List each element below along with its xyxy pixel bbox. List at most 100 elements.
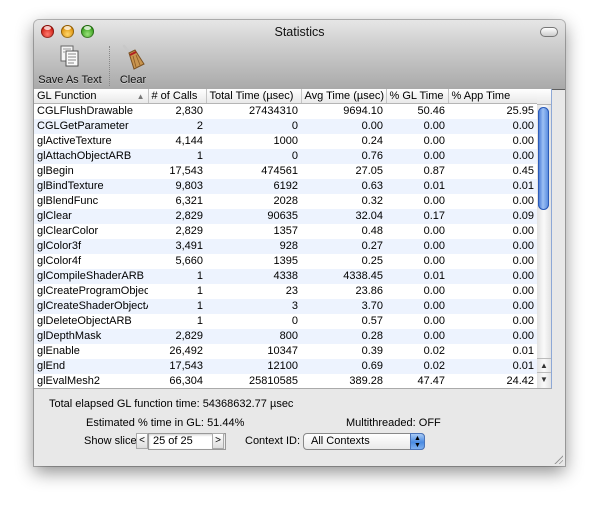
cell-function: glClear xyxy=(34,209,148,224)
show-slice-label: Show slice: xyxy=(84,435,140,447)
table-row[interactable]: CGLFlushDrawable 2,830 27434310 9694.10 50.4… xyxy=(34,104,537,120)
cell-total-time: 12100 xyxy=(206,359,301,374)
cell-total-time: 27434310 xyxy=(249,105,298,117)
cell-avg-time: 0.00 xyxy=(301,119,386,134)
table-row[interactable]: CGLGetParameter 2 0 0.00 0.00 0.00 xyxy=(34,119,537,134)
cell-gl-time-pct: 0.00 xyxy=(423,195,445,207)
table-row[interactable]: glAttachObjectARB 1 0 0.76 0.00 0.00 xyxy=(34,149,537,164)
multithreaded-value: OFF xyxy=(418,417,441,429)
slice-previous-button[interactable]: < xyxy=(136,433,148,449)
cell-avg-time: 3.70 xyxy=(301,299,386,314)
clear-label: Clear xyxy=(119,74,147,86)
cell-total-time: 0 xyxy=(206,149,301,164)
table-row[interactable]: glDeleteObjectARB 1 0 0.57 0.00 0.00 xyxy=(34,314,537,329)
cell-avg-time: 0.63 xyxy=(301,179,386,194)
cell-avg-time: 0.24 xyxy=(361,135,383,147)
cell-calls: 5,660 xyxy=(175,255,203,267)
cell-gl-time-pct: 47.47 xyxy=(417,375,445,387)
cell-gl-time-pct: 0.01 xyxy=(386,269,448,284)
cell-app-time-pct: 0.00 xyxy=(512,225,534,237)
table-row[interactable]: glDepthMask 2,829 800 0.28 0.00 0.00 xyxy=(34,329,537,344)
table-row[interactable]: glEvalMesh2 66,304 25810585 389.28 47.47 24.4… xyxy=(34,374,537,388)
column-header-gl-time-pct[interactable]: % GL Time xyxy=(386,89,449,104)
cell-function: CGLFlushDrawable xyxy=(37,105,133,117)
table-row[interactable]: glBindTexture 9,803 6192 0.63 0.01 0.01 xyxy=(34,179,537,194)
scrollbar-thumb[interactable] xyxy=(538,107,549,210)
cell-calls: 2,829 xyxy=(148,209,206,224)
cell-calls: 3,491 xyxy=(148,239,206,254)
cell-calls: 66,304 xyxy=(169,375,203,387)
statistics-table: GL Function ▲ # of Calls Total Time (µsec… xyxy=(34,89,552,389)
cell-gl-time-pct: 0.00 xyxy=(423,285,445,297)
cell-avg-time: 9694.10 xyxy=(343,105,383,117)
save-as-text-button[interactable]: Save As Text xyxy=(38,44,102,86)
column-header-app-time-pct[interactable]: % App Time xyxy=(448,89,538,104)
table-row[interactable]: glColor3f 3,491 928 0.27 0.00 0.00 xyxy=(34,239,537,254)
cell-calls: 2,829 xyxy=(175,225,203,237)
toolbar-toggle-button[interactable] xyxy=(540,27,558,37)
total-elapsed-row: Total elapsed GL function time: 54368632… xyxy=(49,398,293,410)
clear-button[interactable]: Clear xyxy=(114,44,152,86)
cell-function: glClearColor xyxy=(37,225,99,237)
cell-total-time: 474561 xyxy=(261,165,298,177)
total-elapsed-label: Total elapsed GL function time: xyxy=(49,398,200,410)
table-row[interactable]: glCreateShaderObjectAR133.700.000.00 xyxy=(34,299,537,314)
cell-function: glEvalMesh2 xyxy=(37,375,100,387)
slice-next-button[interactable]: > xyxy=(212,433,224,449)
cell-app-time-pct: 24.42 xyxy=(506,375,534,387)
cell-calls: 2,830 xyxy=(175,105,203,117)
window-title: Statistics xyxy=(274,25,325,39)
cell-calls: 4,144 xyxy=(175,135,203,147)
header-corner xyxy=(537,89,551,105)
context-id-label: Context ID: xyxy=(245,435,301,447)
column-header-avg-time[interactable]: Avg Time (µsec) xyxy=(301,89,387,104)
table-row[interactable]: glBlendFunc 6,321 2028 0.32 0.00 0.00 xyxy=(34,194,537,209)
column-header-calls[interactable]: # of Calls xyxy=(148,89,207,104)
table-row[interactable]: glEnable 26,492 10347 0.39 0.02 0.01 xyxy=(34,344,537,359)
cell-app-time-pct: 0.01 xyxy=(448,359,537,374)
table-row[interactable]: glClear 2,829 90635 32.04 0.17 0.09 xyxy=(34,209,537,224)
cell-app-time-pct: 0.00 xyxy=(448,329,537,344)
cell-app-time-pct: 0.00 xyxy=(448,299,537,314)
scroll-up-arrow-icon[interactable]: ▲ xyxy=(537,358,551,372)
estimated-time-value: 51.44% xyxy=(207,417,245,429)
cell-calls: 1 xyxy=(196,285,203,297)
scroll-down-arrow-icon[interactable]: ▼ xyxy=(537,372,551,386)
cell-function: glBegin xyxy=(37,165,74,177)
table-row[interactable]: glActiveTexture 4,144 1000 0.24 0.00 0.00 xyxy=(34,134,537,149)
cell-gl-time-pct: 0.87 xyxy=(423,165,445,177)
popup-arrows-icon: ▲ ▼ xyxy=(410,433,425,450)
sort-ascending-icon: ▲ xyxy=(136,92,145,101)
table-row[interactable]: glColor4f 5,660 1395 0.25 0.00 0.00 xyxy=(34,254,537,269)
column-header-gl-function[interactable]: GL Function ▲ xyxy=(34,89,149,104)
cell-total-time: 800 xyxy=(206,329,301,344)
cell-gl-time-pct: 0.02 xyxy=(386,359,448,374)
table-header-row: GL Function ▲ # of Calls Total Time (µsec… xyxy=(34,89,538,104)
cell-avg-time: 27.05 xyxy=(355,165,383,177)
table-row[interactable]: glCreateProgramObjectA 1 23 23.86 0.00 0.00 xyxy=(34,284,537,299)
resize-grip[interactable] xyxy=(553,454,563,464)
cell-avg-time: 0.39 xyxy=(361,345,383,357)
table-row[interactable]: glEnd 17,543 12100 0.69 0.02 0.01 xyxy=(34,359,537,374)
cell-avg-time: 32.04 xyxy=(301,209,386,224)
cell-app-time-pct: 25.95 xyxy=(506,105,534,117)
cell-function: glCreateProgramObjectA xyxy=(37,285,148,297)
cell-function: glBlendFunc xyxy=(37,195,99,207)
cell-total-time: 90635 xyxy=(206,209,301,224)
table-row[interactable]: glClearColor 2,829 1357 0.48 0.00 0.00 xyxy=(34,224,537,239)
cell-avg-time: 4338.45 xyxy=(301,269,386,284)
vertical-scrollbar[interactable]: ▲ ▼ xyxy=(537,105,551,388)
context-id-select[interactable]: All Contexts ▲ ▼ xyxy=(303,433,425,450)
cell-avg-time: 0.48 xyxy=(361,225,383,237)
cell-gl-time-pct: 0.00 xyxy=(423,135,445,147)
column-header-total-time[interactable]: Total Time (µsec) xyxy=(206,89,302,104)
cell-function: glDepthMask xyxy=(34,329,148,344)
cell-calls: 9,803 xyxy=(148,179,206,194)
cell-total-time: 3 xyxy=(206,299,301,314)
table-row[interactable]: glCompileShaderARB 1 4338 4338.45 0.01 0.00 xyxy=(34,269,537,284)
cell-avg-time: 0.69 xyxy=(301,359,386,374)
cell-total-time: 1000 xyxy=(273,135,298,147)
cell-app-time-pct: 0.00 xyxy=(448,269,537,284)
cell-calls: 1 xyxy=(196,315,203,327)
table-row[interactable]: glBegin 17,543 474561 27.05 0.87 0.45 xyxy=(34,164,537,179)
